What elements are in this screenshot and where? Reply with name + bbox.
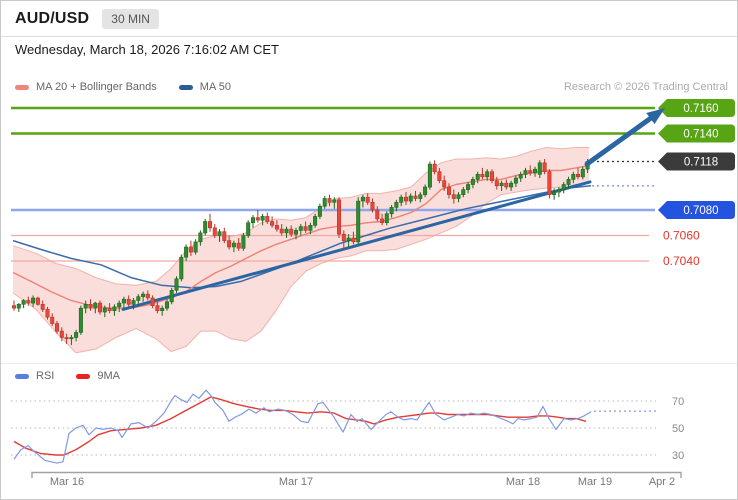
svg-text:Mar 17: Mar 17 xyxy=(279,476,313,488)
trading-central-chart-widget: 0.7160 0.7140 0.7118 0.7080 0.7060 0.7040 70 50… xyxy=(0,0,738,500)
svg-text:70: 70 xyxy=(672,396,684,408)
ma20-legend-swatch xyxy=(15,84,29,90)
ma50-legend-swatch xyxy=(178,84,193,90)
panel-separator xyxy=(1,363,737,364)
svg-text:Mar 16: Mar 16 xyxy=(50,476,84,488)
main-chart-legend: MA 20 + Bollinger Bands MA 50 xyxy=(15,81,231,93)
pair-title: AUD/USD xyxy=(15,9,90,27)
svg-text:50: 50 xyxy=(672,423,684,435)
price-axis-labels: 0.7160 0.7140 0.7118 0.7080 0.7060 0.7040 xyxy=(658,99,735,268)
chart-canvas: 0.7160 0.7140 0.7118 0.7080 0.7060 0.7040 70 50… xyxy=(11,99,735,488)
header-bar: AUD/USD 30 MIN xyxy=(1,1,737,37)
legend-item-ma50: MA 50 xyxy=(178,81,231,93)
legend-item-rsi: RSI xyxy=(15,370,54,382)
svg-text:0.7140: 0.7140 xyxy=(683,129,718,141)
legend-label: MA 50 xyxy=(199,81,231,93)
research-credit: Research © 2026 Trading Central xyxy=(563,81,728,93)
svg-text:Mar 18: Mar 18 xyxy=(506,476,540,488)
forecast-arrow xyxy=(584,108,665,167)
svg-text:0.7060: 0.7060 xyxy=(663,229,700,243)
rsi-legend: RSI 9MA xyxy=(15,370,120,382)
rsi-legend-swatch xyxy=(15,373,29,379)
timeframe-badge: 30 MIN xyxy=(102,8,159,29)
legend-item-ma20-bollinger: MA 20 + Bollinger Bands xyxy=(15,81,157,93)
rsi-9ma-line xyxy=(13,396,587,456)
legend-label: MA 20 + Bollinger Bands xyxy=(36,81,157,93)
legend-item-9ma: 9MA xyxy=(76,370,120,382)
svg-text:30: 30 xyxy=(672,450,684,462)
x-axis: Mar 16 Mar 17 Mar 18 Mar 19 Apr 2 xyxy=(31,471,682,488)
svg-text:Apr 2: Apr 2 xyxy=(649,476,675,488)
svg-text:0.7160: 0.7160 xyxy=(683,103,718,115)
svg-text:0.7118: 0.7118 xyxy=(684,157,718,169)
svg-text:0.7080: 0.7080 xyxy=(683,205,718,217)
legend-label: 9MA xyxy=(97,370,120,382)
legend-label: RSI xyxy=(36,370,55,382)
rsi-9ma-legend-swatch xyxy=(76,373,91,379)
svg-text:Mar 19: Mar 19 xyxy=(578,476,612,488)
datetime-text: Wednesday, March 18, 2026 7:16:02 AM CET xyxy=(15,42,279,57)
svg-text:0.7040: 0.7040 xyxy=(663,254,700,268)
